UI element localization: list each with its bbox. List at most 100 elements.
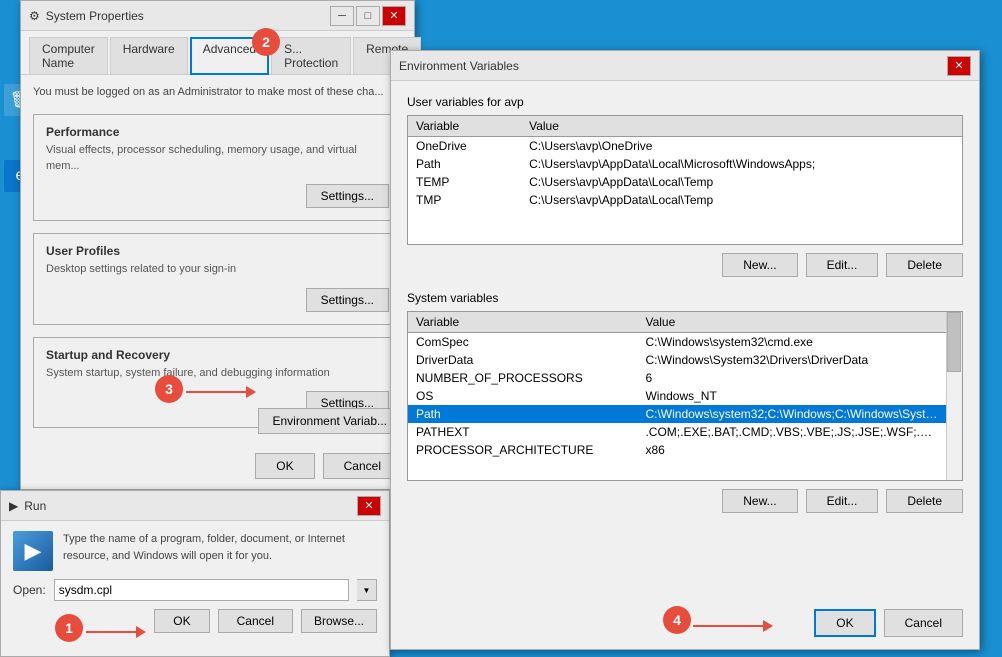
- run-title-text: Run: [24, 499, 46, 513]
- var-value: .COM;.EXE;.BAT;.CMD;.VBS;.VBE;.JS;.JSE;.…: [637, 423, 946, 441]
- env-vars-controls: ✕: [947, 56, 971, 76]
- env-vars-body: User variables for avp Variable Value On…: [391, 81, 979, 541]
- var-value: C:\Windows\system32\cmd.exe: [637, 333, 946, 352]
- var-name: TEMP: [408, 173, 521, 191]
- system-vars-table-wrapper: Variable Value ComSpec C:\Windows\system…: [407, 311, 963, 481]
- sys-props-titlebar: ⚙ System Properties ─ □ ✕: [21, 1, 414, 31]
- sys-props-controls: ─ □ ✕: [330, 6, 406, 26]
- table-row[interactable]: OS Windows_NT: [408, 387, 946, 405]
- startup-title: Startup and Recovery: [46, 348, 389, 362]
- system-properties-window: ⚙ System Properties ─ □ ✕ Computer Name …: [20, 0, 415, 490]
- env-vars-titlebar: Environment Variables ✕: [391, 51, 979, 81]
- tab-hardware[interactable]: Hardware: [110, 37, 188, 74]
- var-value: C:\Users\avp\AppData\Local\Microsoft\Win…: [521, 155, 962, 173]
- sys-props-ok-button[interactable]: OK: [255, 453, 314, 479]
- arrow-1: [86, 626, 146, 638]
- system-edit-button[interactable]: Edit...: [806, 489, 879, 513]
- performance-section: Performance Visual effects, processor sc…: [33, 114, 402, 221]
- var-value: C:\Windows\System32\Drivers\DriverData: [637, 351, 946, 369]
- run-title-icon: ▶: [9, 499, 18, 513]
- performance-settings-button[interactable]: Settings...: [306, 184, 389, 208]
- env-vars-btn-container: Environment Variab...: [258, 408, 403, 434]
- env-vars-title-text: Environment Variables: [399, 59, 519, 73]
- arrow-4: [693, 620, 773, 632]
- sys-props-footer: OK Cancel: [255, 453, 402, 479]
- env-vars-footer: OK Cancel: [814, 609, 963, 637]
- run-close-button[interactable]: ✕: [357, 496, 381, 516]
- var-name: DriverData: [408, 351, 637, 369]
- performance-title: Performance: [46, 125, 389, 139]
- system-new-button[interactable]: New...: [722, 489, 797, 513]
- user-edit-button[interactable]: Edit...: [806, 253, 879, 277]
- run-cancel-button[interactable]: Cancel: [218, 609, 293, 633]
- annotation-4: 4: [663, 606, 691, 634]
- user-profiles-desc: Desktop settings related to your sign-in: [46, 262, 389, 277]
- close-button[interactable]: ✕: [382, 6, 406, 26]
- table-row-selected[interactable]: Path C:\Windows\system32;C:\Windows;C:\W…: [408, 405, 946, 423]
- table-row[interactable]: TMP C:\Users\avp\AppData\Local\Temp: [408, 191, 962, 209]
- var-name: NUMBER_OF_PROCESSORS: [408, 369, 637, 387]
- env-ok-button[interactable]: OK: [814, 609, 875, 637]
- user-vars-btn-row: New... Edit... Delete: [407, 253, 963, 277]
- scrollbar-track: [946, 312, 962, 480]
- table-row[interactable]: OneDrive C:\Users\avp\OneDrive: [408, 137, 962, 156]
- var-value: C:\Users\avp\OneDrive: [521, 137, 962, 156]
- tab-protection[interactable]: S... Protection: [271, 37, 351, 74]
- user-delete-button[interactable]: Delete: [886, 253, 963, 277]
- annotation-2: 2: [252, 28, 280, 56]
- startup-desc: System startup, system failure, and debu…: [46, 366, 389, 381]
- run-titlebar: ▶ Run ✕: [1, 491, 389, 521]
- table-row[interactable]: PATHEXT .COM;.EXE;.BAT;.CMD;.VBS;.VBE;.J…: [408, 423, 946, 441]
- table-row[interactable]: TEMP C:\Users\avp\AppData\Local\Temp: [408, 173, 962, 191]
- user-var-col-variable: Variable: [408, 116, 521, 137]
- table-row[interactable]: Path C:\Users\avp\AppData\Local\Microsof…: [408, 155, 962, 173]
- environment-variables-button[interactable]: Environment Variab...: [258, 408, 403, 434]
- var-name: PROCESSOR_ARCHITECTURE: [408, 441, 637, 459]
- var-value: Windows_NT: [637, 387, 946, 405]
- tab-computer-name[interactable]: Computer Name: [29, 37, 108, 74]
- sys-var-col-value: Value: [637, 312, 946, 333]
- run-icon: ▶: [13, 531, 53, 571]
- performance-desc: Visual effects, processor scheduling, me…: [46, 143, 389, 174]
- scrollbar-thumb[interactable]: [947, 312, 961, 372]
- run-browse-button[interactable]: Browse...: [301, 609, 377, 633]
- var-value: C:\Windows\system32;C:\Windows;C:\Window…: [637, 405, 946, 423]
- run-input-row: Open: ▼: [13, 579, 377, 601]
- sys-props-title-icon: ⚙: [29, 9, 40, 23]
- sys-var-col-variable: Variable: [408, 312, 637, 333]
- system-delete-button[interactable]: Delete: [886, 489, 963, 513]
- run-dropdown-button[interactable]: ▼: [357, 579, 377, 601]
- system-vars-table: Variable Value ComSpec C:\Windows\system…: [408, 312, 946, 459]
- sys-props-title: ⚙ System Properties: [29, 9, 144, 23]
- var-name: OS: [408, 387, 637, 405]
- run-ok-button[interactable]: OK: [154, 609, 209, 633]
- run-title: ▶ Run: [9, 499, 46, 513]
- user-vars-table-wrapper: Variable Value OneDrive C:\Users\avp\One…: [407, 115, 963, 245]
- run-content: ▶ Type the name of a program, folder, do…: [13, 531, 377, 571]
- var-name: OneDrive: [408, 137, 521, 156]
- arrow-3: [186, 386, 256, 398]
- table-row[interactable]: DriverData C:\Windows\System32\Drivers\D…: [408, 351, 946, 369]
- system-vars-section-title: System variables: [407, 291, 963, 305]
- user-new-button[interactable]: New...: [722, 253, 797, 277]
- tabs-bar: Computer Name Hardware Advanced S... Pro…: [21, 31, 414, 75]
- var-value: x86: [637, 441, 946, 459]
- user-profiles-settings-button[interactable]: Settings...: [306, 288, 389, 312]
- table-row[interactable]: ComSpec C:\Windows\system32\cmd.exe: [408, 333, 946, 352]
- run-controls: ✕: [357, 496, 381, 516]
- table-row[interactable]: NUMBER_OF_PROCESSORS 6: [408, 369, 946, 387]
- run-input[interactable]: [54, 579, 349, 601]
- system-vars-btn-row: New... Edit... Delete: [407, 489, 963, 513]
- var-name: ComSpec: [408, 333, 637, 352]
- var-value: C:\Users\avp\AppData\Local\Temp: [521, 191, 962, 209]
- var-name: Path: [408, 405, 637, 423]
- maximize-button[interactable]: □: [356, 6, 380, 26]
- env-cancel-button[interactable]: Cancel: [884, 609, 963, 637]
- environment-variables-window: Environment Variables ✕ User variables f…: [390, 50, 980, 650]
- user-var-col-value: Value: [521, 116, 962, 137]
- env-vars-close-button[interactable]: ✕: [947, 56, 971, 76]
- table-row[interactable]: PROCESSOR_ARCHITECTURE x86: [408, 441, 946, 459]
- user-profiles-section: User Profiles Desktop settings related t…: [33, 233, 402, 324]
- minimize-button[interactable]: ─: [330, 6, 354, 26]
- sys-props-title-text: System Properties: [46, 9, 144, 23]
